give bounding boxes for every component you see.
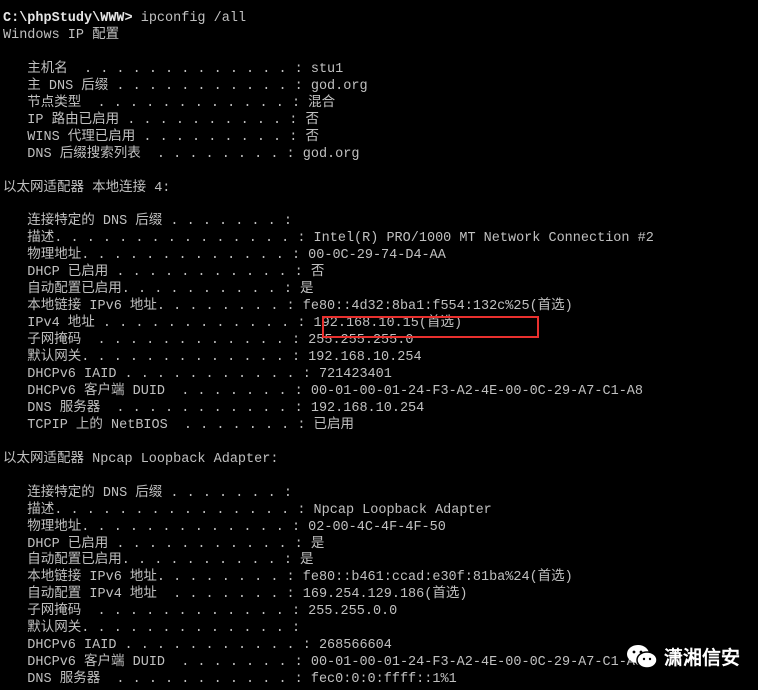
output-line: 节点类型 . . . . . . . . . . . . : 混合 <box>3 95 336 111</box>
command-text: ipconfig /all <box>132 11 247 26</box>
output-line: 自动配置 IPv4 地址 . . . . . . . : 169.254.129… <box>3 587 468 603</box>
output-line: 物理地址. . . . . . . . . . . . . : 00-0C-29… <box>3 248 446 264</box>
terminal-window[interactable]: C:\phpStudy\WWW> ipconfig /all Windows I… <box>0 0 758 690</box>
watermark-text: 潇湘信安 <box>664 647 741 669</box>
output-line: IP 路由已启用 . . . . . . . . . . : 否 <box>3 112 319 128</box>
output-line: DHCPv6 IAID . . . . . . . . . . . : 2685… <box>3 638 392 654</box>
output-line: TCPIP 上的 NetBIOS . . . . . . . : 已启用 <box>3 417 355 433</box>
output-line: DHCP 已启用 . . . . . . . . . . . : 是 <box>3 536 325 552</box>
output-line: 本地链接 IPv6 地址. . . . . . . . : fe80::b461… <box>3 570 573 586</box>
prompt-line: C:\phpStudy\WWW> ipconfig /all <box>3 10 246 27</box>
output-line: DNS 后缀搜索列表 . . . . . . . . : god.org <box>3 146 360 162</box>
watermark: 潇湘信安 <box>626 643 740 670</box>
output-line: 连接特定的 DNS 后缀 . . . . . . . : <box>3 485 292 501</box>
output-line: DHCP 已启用 . . . . . . . . . . . : 否 <box>3 265 325 281</box>
wechat-icon <box>627 644 658 669</box>
output-line: DHCPv6 IAID . . . . . . . . . . . : 7214… <box>3 367 392 382</box>
output-line: DHCPv6 客户端 DUID . . . . . . . : 00-01-00… <box>3 383 643 399</box>
output-line: 自动配置已启用. . . . . . . . . . : 是 <box>3 553 314 569</box>
output-line: 主机名 . . . . . . . . . . . . . : stu1 <box>3 61 344 77</box>
output-line: 以太网适配器 本地连接 4: <box>3 180 171 196</box>
output-line: 物理地址. . . . . . . . . . . . . : 02-00-4C… <box>3 519 446 535</box>
output-line: 以太网适配器 Npcap Loopback Adapter: <box>3 451 279 467</box>
output-line: 描述. . . . . . . . . . . . . . . : Intel(… <box>3 231 654 247</box>
output-line: WINS 代理已启用 . . . . . . . . . : 否 <box>3 129 319 145</box>
output-line: 本地链接 IPv6 地址. . . . . . . . : fe80::4d32… <box>3 299 573 315</box>
highlight-box-ipv4 <box>322 316 539 338</box>
output-line: 默认网关. . . . . . . . . . . . . : <box>3 621 301 637</box>
output-line: 默认网关. . . . . . . . . . . . . : 192.168.… <box>3 350 422 366</box>
prompt-path: C:\phpStudy\WWW> <box>3 11 133 26</box>
output-line: 描述. . . . . . . . . . . . . . . : Npcap … <box>3 502 492 518</box>
output-line: 主 DNS 后缀 . . . . . . . . . . . : god.org <box>3 78 368 94</box>
output-line: DNS 服务器 . . . . . . . . . . . : 192.168.… <box>3 400 425 416</box>
output-line: DHCPv6 客户端 DUID . . . . . . . : 00-01-00… <box>3 655 643 671</box>
output-line: 连接特定的 DNS 后缀 . . . . . . . : <box>3 214 292 230</box>
output-line: DNS 服务器 . . . . . . . . . . . : fec0:0:0… <box>3 672 457 688</box>
output-line: 自动配置已启用. . . . . . . . . . : 是 <box>3 282 314 298</box>
output-line: 子网掩码 . . . . . . . . . . . . : 255.255.0… <box>3 604 398 620</box>
output-line: Windows IP 配置 <box>3 28 120 43</box>
